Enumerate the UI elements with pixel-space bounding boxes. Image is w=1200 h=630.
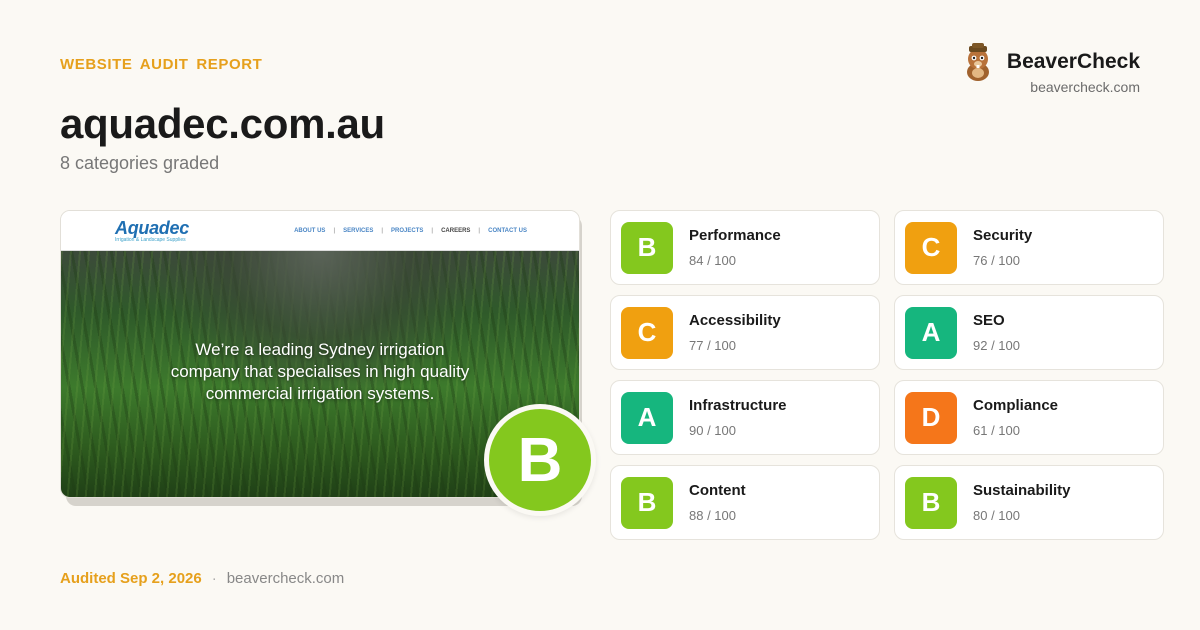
site-nav-contact: CONTACT US [488, 227, 527, 234]
brand-url[interactable]: beavercheck.com [1030, 79, 1140, 95]
category-card-seo[interactable]: A SEO 92 / 100 [894, 295, 1164, 370]
category-score: 80 / 100 [973, 508, 1020, 523]
categories-count: 8 categories graded [60, 153, 220, 173]
grade-badge: B [905, 476, 957, 529]
beaver-icon [966, 43, 989, 81]
category-name: Content [689, 482, 746, 499]
brand-name: BeaverCheck [1006, 50, 1140, 73]
category-name: Security [973, 227, 1033, 244]
site-nav-careers: CAREERS [441, 227, 471, 234]
hero-line: commercial irrigation systems. [205, 384, 435, 403]
nav-separator: | [381, 227, 384, 234]
footer-url[interactable]: beavercheck.com [227, 570, 345, 587]
category-score: 88 / 100 [689, 508, 736, 523]
category-score: 61 / 100 [973, 423, 1020, 438]
site-nav: ABOUT US | SERVICES | PROJECTS | CAREERS | C… [294, 228, 527, 234]
category-name: Accessibility [689, 312, 781, 329]
audit-date: Audited Sep 2, 2026 [60, 570, 202, 587]
category-name: Performance [689, 227, 781, 244]
category-grid: B Performance 84 / 100 C Security 76 / 100… [610, 210, 1164, 540]
category-score: 77 / 100 [689, 338, 736, 353]
category-name: SEO [973, 312, 1005, 329]
site-nav-about: ABOUT US [294, 227, 326, 234]
category-card-accessibility[interactable]: C Accessibility 77 / 100 [610, 295, 880, 370]
category-name: Infrastructure [689, 397, 787, 414]
grade-badge: C [621, 306, 673, 359]
category-card-security[interactable]: C Security 76 / 100 [894, 210, 1164, 285]
footer: Audited Sep 2, 2026 · beavercheck.com [60, 570, 344, 587]
grade-badge: B [621, 221, 673, 274]
category-card-content[interactable]: B Content 88 / 100 [610, 465, 880, 540]
category-name: Compliance [973, 397, 1059, 414]
nav-separator: | [333, 227, 336, 234]
nav-separator: | [478, 227, 481, 234]
category-card-sustainability[interactable]: B Sustainability 80 / 100 [894, 465, 1164, 540]
site-nav-projects: PROJECTS [391, 227, 424, 234]
grade-badge: C [905, 221, 957, 274]
site-logo-tagline: Irrigation & Landscape Supplies [115, 237, 186, 243]
overall-grade-badge: B [484, 404, 596, 516]
category-score: 92 / 100 [973, 338, 1020, 353]
site-logo: Aquadec Irrigation & Landscape Supplies [115, 218, 189, 243]
category-card-infrastructure[interactable]: A Infrastructure 90 / 100 [610, 380, 880, 455]
category-card-performance[interactable]: B Performance 84 / 100 [610, 210, 880, 285]
site-header: Aquadec Irrigation & Landscape Supplies … [61, 211, 579, 251]
nav-separator: | [431, 227, 434, 234]
brand[interactable]: BeaverCheck beavercheck.com [961, 42, 1140, 95]
hero-line: company that specialises in high quality [170, 362, 470, 381]
page-title: aquadec.com.au [60, 100, 385, 147]
site-nav-services: SERVICES [343, 227, 374, 234]
site-logo-text: Aquadec [115, 218, 189, 238]
grade-badge: D [905, 391, 957, 444]
category-name: Sustainability [973, 482, 1071, 499]
category-card-compliance[interactable]: D Compliance 61 / 100 [894, 380, 1164, 455]
footer-separator: · [211, 570, 217, 587]
category-score: 76 / 100 [973, 253, 1020, 268]
grade-badge: B [621, 476, 673, 529]
hero-line: We’re a leading Sydney irrigation [195, 340, 445, 359]
grade-badge: A [905, 306, 957, 359]
hero-text: We’re a leading Sydney irrigation compan… [61, 339, 579, 405]
category-score: 90 / 100 [689, 423, 736, 438]
report-eyebrow: WEBSITE AUDIT REPORT [60, 56, 263, 73]
category-score: 84 / 100 [689, 253, 736, 268]
grade-badge: A [621, 391, 673, 444]
